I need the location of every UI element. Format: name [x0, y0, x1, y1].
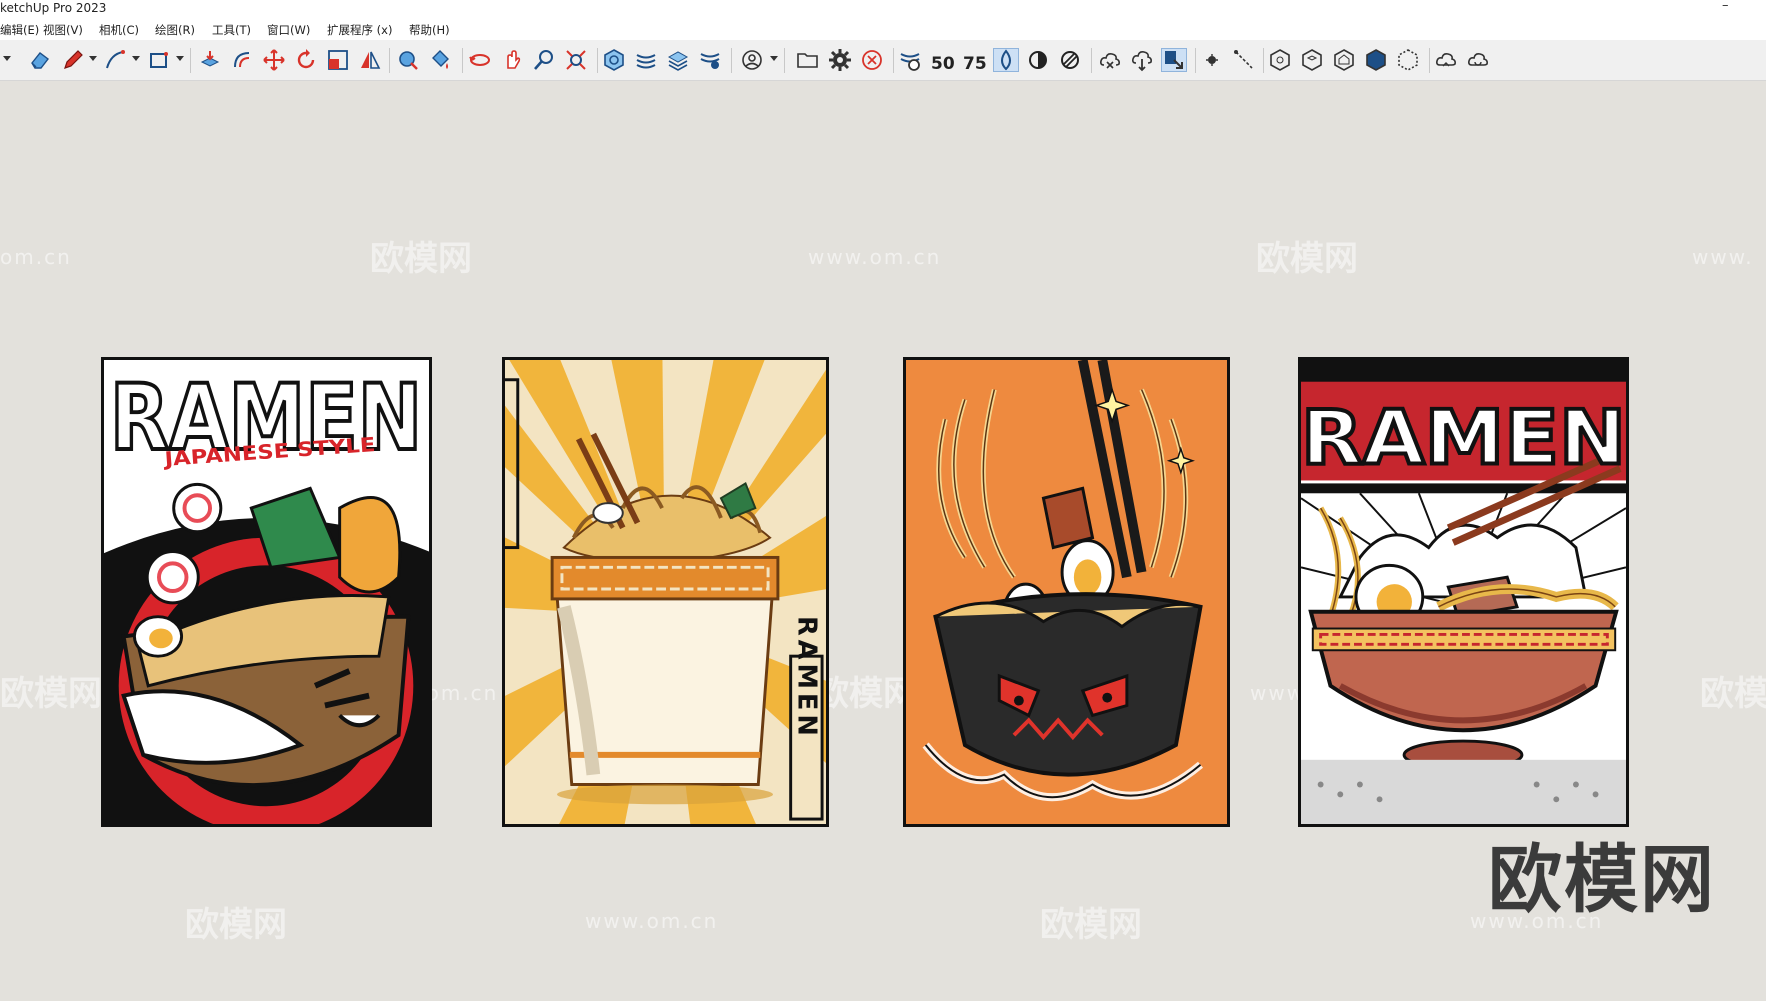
watermark-logo: 欧模网 [185, 905, 287, 945]
mirror-icon[interactable] [357, 48, 383, 72]
view-front-icon[interactable] [1331, 48, 1357, 72]
minimize-button[interactable]: – [1722, 0, 1729, 13]
main-toolbar: 50 75 [0, 40, 1766, 114]
offset-icon[interactable] [229, 48, 255, 72]
ramen-poster-japanese-style[interactable]: RAMEN JAPANESE STYLE [101, 357, 432, 827]
pan-icon[interactable] [499, 48, 525, 72]
select-dropdown-arrow[interactable] [3, 56, 11, 61]
render-75-label: 75 [963, 54, 986, 72]
push-pull-icon[interactable] [197, 48, 223, 72]
eraser-icon[interactable] [27, 48, 53, 72]
watermark-logo: 欧模网 [1700, 674, 1766, 714]
close-circle-icon[interactable] [859, 48, 885, 72]
scale-icon[interactable] [325, 48, 351, 72]
point-icon[interactable] [1199, 48, 1225, 72]
zoom-icon[interactable] [531, 48, 557, 72]
watermark-url: www. [1692, 245, 1754, 269]
menu-tools[interactable]: 工具(T) [212, 22, 251, 38]
view-top-icon[interactable] [1299, 48, 1325, 72]
pencil-icon[interactable] [60, 48, 86, 72]
line-tool-icon[interactable] [102, 48, 128, 72]
menu-draw[interactable]: 绘图(R) [155, 22, 195, 38]
orbit-icon[interactable] [467, 48, 493, 72]
menu-window[interactable]: 窗口(W) [267, 22, 310, 38]
styles-icon[interactable] [697, 48, 723, 72]
ramen-poster-red-bowl[interactable]: RAMEN [1298, 357, 1629, 827]
components-icon[interactable] [601, 48, 627, 72]
watermark-logo: 欧模网 [1256, 239, 1358, 279]
materials-icon[interactable] [665, 48, 691, 72]
account-icon[interactable] [739, 48, 765, 72]
title-bar: ketchUp Pro 2023 – [0, 0, 1766, 17]
dimension-icon[interactable] [1231, 48, 1257, 72]
watermark-url: www.om.cn [585, 909, 719, 933]
rotate-icon[interactable] [293, 48, 319, 72]
pencil-dropdown-arrow[interactable] [89, 56, 97, 61]
line-dropdown-arrow[interactable] [132, 56, 140, 61]
poster4-title: RAMEN [1301, 394, 1626, 481]
back-edges-icon[interactable] [1025, 48, 1051, 72]
render-50-icon[interactable]: 50 [929, 48, 955, 72]
menu-extensions[interactable]: 扩展程序 (x) [327, 22, 392, 38]
poster2-side-label: RAMEN [791, 616, 821, 740]
watermark-logo: 欧模网 [815, 674, 917, 714]
watermark-url: om.cn [0, 245, 72, 269]
layers-icon[interactable] [633, 48, 659, 72]
zoom-extents-icon[interactable] [563, 48, 589, 72]
account-dropdown-arrow[interactable] [770, 56, 778, 61]
watermark-logo: 欧模网 [0, 674, 102, 714]
ramen-poster-cup-noodle[interactable]: RAMEN [502, 357, 829, 827]
watermark-logo: 欧模网 [1040, 905, 1142, 945]
menu-camera[interactable]: 相机(C) [99, 22, 139, 38]
paint-icon[interactable] [427, 48, 453, 72]
rectangle-dropdown-arrow[interactable] [176, 56, 184, 61]
cloud-download-icon[interactable] [1129, 48, 1155, 72]
watermark-url: www.om.cn [808, 245, 942, 269]
rectangle-icon[interactable] [146, 48, 172, 72]
share-icon[interactable] [1161, 48, 1187, 72]
hidden-line-icon[interactable] [1057, 48, 1083, 72]
brand-watermark: 欧模网 [1488, 837, 1716, 923]
menu-edit[interactable]: 编辑(E) [0, 22, 39, 38]
xray-icon[interactable] [993, 48, 1019, 72]
view-iso-icon[interactable] [1267, 48, 1293, 72]
menu-bar: 编辑(E) 视图(V) 相机(C) 绘图(R) 工具(T) 窗口(W) 扩展程序… [0, 17, 1766, 40]
open-folder-icon[interactable] [795, 48, 821, 72]
cloud-upload-icon[interactable] [1097, 48, 1123, 72]
sync-refresh-icon[interactable] [1465, 48, 1491, 72]
warehouse-icon[interactable] [897, 48, 923, 72]
menu-view[interactable]: 视图(V) [43, 22, 83, 38]
window-title: ketchUp Pro 2023 [0, 1, 107, 15]
sync-cloud-icon[interactable] [1433, 48, 1459, 72]
tape-measure-icon[interactable] [395, 48, 421, 72]
move-icon[interactable] [261, 48, 287, 72]
settings-gear-icon[interactable] [827, 48, 853, 72]
watermark-logo: 欧模网 [370, 239, 472, 279]
view-right-icon[interactable] [1363, 48, 1389, 72]
view-back-icon[interactable] [1395, 48, 1421, 72]
ramen-poster-orange-monster-bowl[interactable] [903, 357, 1230, 827]
menu-help[interactable]: 帮助(H) [409, 22, 450, 38]
render-75-icon[interactable]: 75 [961, 48, 987, 72]
render-50-label: 50 [931, 54, 954, 72]
